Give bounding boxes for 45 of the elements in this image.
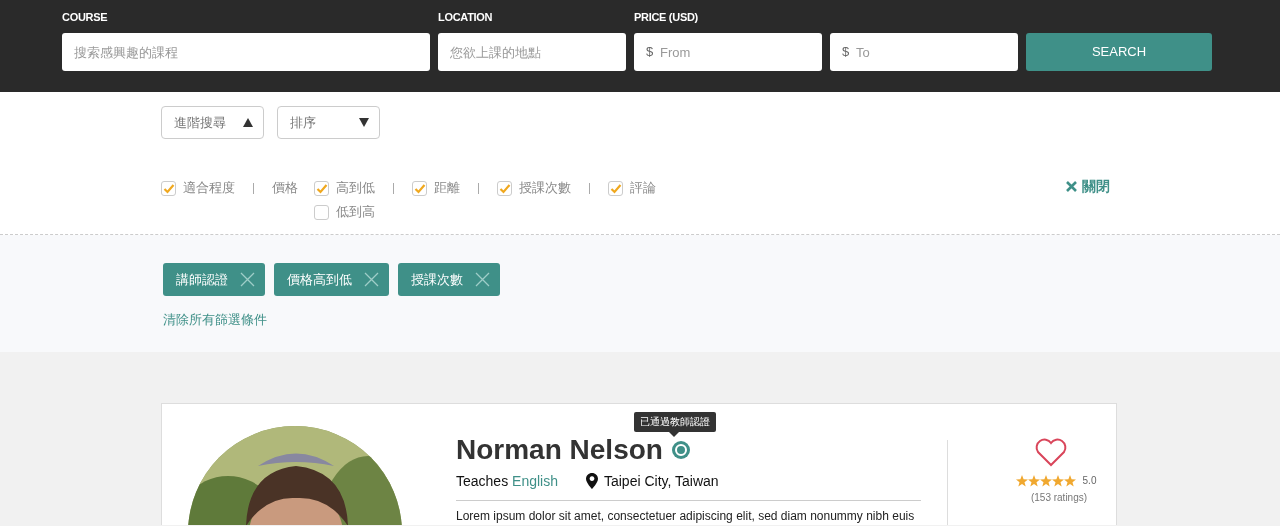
checkbox-label: 低到高 <box>336 203 375 222</box>
filter-tag[interactable]: 授課次數 <box>398 263 500 296</box>
checkbox-label: 適合程度 <box>183 179 235 198</box>
star-icon <box>1039 474 1052 487</box>
tooltip-pointer <box>669 432 679 437</box>
field-label: PRICE (USD) <box>634 10 699 25</box>
checkbox[interactable] <box>608 180 623 196</box>
field-label: LOCATION <box>438 10 494 25</box>
checkbox-label: 授課次數 <box>519 179 571 198</box>
remove-icon <box>475 272 490 287</box>
star-icon <box>1063 474 1076 487</box>
star-icon <box>1051 474 1064 487</box>
dropdown-button[interactable]: 排序 <box>277 106 380 139</box>
course-search-field[interactable]: 搜索感興趣的課程 <box>62 33 430 71</box>
teacher-name: Norman Nelson <box>456 434 663 466</box>
close-button[interactable]: 關閉 <box>1066 176 1110 197</box>
currency-symbol: $ <box>842 43 850 61</box>
location-text: Taipei City, Taiwan <box>603 472 719 490</box>
close-icon <box>1066 181 1077 192</box>
option-group-label: 價格 <box>272 179 298 198</box>
filter-tag[interactable]: 價格高到低 <box>274 263 389 296</box>
description-text: Lorem ipsum dolor sit amet, consectetuer adipiscing elit, sed diam nonummy nibh euis <box>456 509 916 523</box>
location-field[interactable]: 您欲上課的地點 <box>438 33 626 71</box>
clear-filters-link[interactable]: 清除所有篩選條件 <box>163 310 267 330</box>
search-button[interactable]: SEARCH <box>1026 33 1212 71</box>
checkbox[interactable] <box>314 180 329 196</box>
checkbox[interactable] <box>412 180 427 196</box>
checkbox[interactable] <box>161 180 176 196</box>
checkbox-label: 距離 <box>434 179 460 198</box>
rating-value: 5.0 <box>1082 474 1097 488</box>
filter-tag[interactable]: 講師認證 <box>163 263 265 296</box>
checkbox[interactable] <box>497 180 512 196</box>
location-pin-icon <box>585 473 598 489</box>
checkbox[interactable] <box>314 204 329 220</box>
star-icon <box>1015 474 1028 487</box>
checkbox-label: 高到低 <box>336 179 375 198</box>
checkbox-label: 評論 <box>630 179 656 198</box>
remove-icon <box>364 272 379 287</box>
ratings-count: (153 ratings) <box>1030 491 1088 505</box>
currency-symbol: $ <box>646 43 654 61</box>
teaches-text: Teaches English <box>456 472 558 490</box>
remove-icon <box>240 272 255 287</box>
field-label: COURSE <box>62 10 109 25</box>
dropdown-button[interactable]: 進階搜尋 <box>161 106 264 139</box>
star-icon <box>1027 474 1040 487</box>
